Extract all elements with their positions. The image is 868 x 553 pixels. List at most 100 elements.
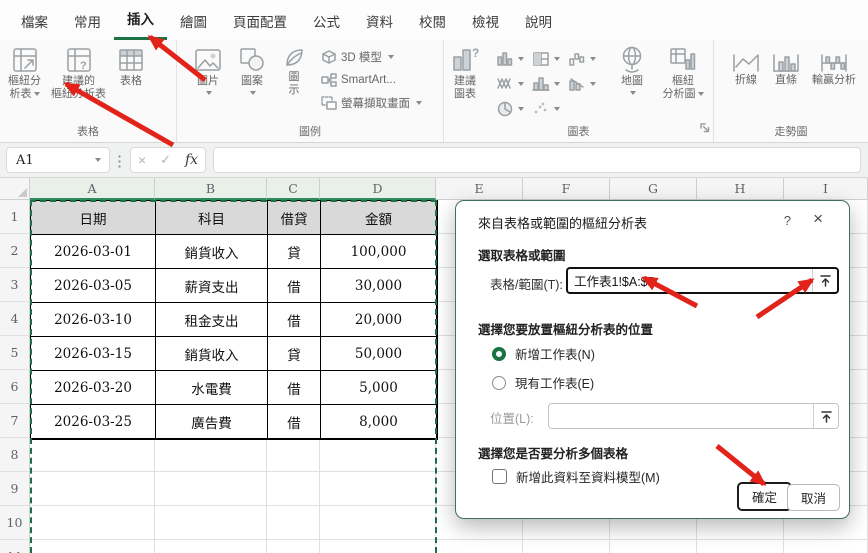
column-header[interactable]: D: [320, 178, 436, 200]
table-button[interactable]: 表格: [116, 45, 146, 88]
table-cell[interactable]: 水電費: [156, 371, 268, 405]
waterfall-chart-button[interactable]: [568, 46, 604, 71]
column-header[interactable]: C: [267, 178, 320, 200]
table-cell[interactable]: 借: [268, 405, 321, 439]
table-cell[interactable]: 銷貨收入: [156, 337, 268, 371]
table-cell[interactable]: 2026-03-10: [31, 303, 156, 337]
column-header[interactable]: H: [697, 178, 784, 200]
range-input[interactable]: 工作表1!$A:$D: [566, 267, 839, 294]
table-cell[interactable]: 租金支出: [156, 303, 268, 337]
table-cell[interactable]: 薪資支出: [156, 269, 268, 303]
recommended-pivottables-button[interactable]: ? 建議的 樞紐分析表: [51, 45, 106, 101]
name-box[interactable]: A1: [6, 147, 110, 173]
collapse-dialog-button[interactable]: [813, 404, 838, 428]
table-cell[interactable]: 貸: [268, 337, 321, 371]
table-header-cell[interactable]: 日期: [31, 201, 156, 235]
screenshot-button[interactable]: 螢幕擷取畫面: [321, 95, 422, 111]
table-cell[interactable]: 2026-03-15: [31, 337, 156, 371]
menu-tab[interactable]: 繪圖: [167, 10, 220, 40]
add-to-data-model-checkbox[interactable]: 新增此資料至資料模型(M): [492, 467, 660, 486]
table-cell[interactable]: 100,000: [321, 235, 437, 269]
select-all-corner[interactable]: [0, 178, 30, 200]
location-input[interactable]: [548, 403, 839, 429]
combo-chart-button[interactable]: [568, 71, 604, 96]
table-header-cell[interactable]: 金額: [321, 201, 437, 235]
column-header[interactable]: A: [30, 178, 155, 200]
column-header[interactable]: G: [610, 178, 697, 200]
icons-button[interactable]: 圖 示: [281, 45, 307, 97]
menu-tab[interactable]: 資料: [353, 10, 406, 40]
row-header[interactable]: 11: [0, 540, 30, 553]
table-cell[interactable]: 5,000: [321, 371, 437, 405]
row-header[interactable]: 6: [0, 370, 30, 404]
table-cell[interactable]: 2026-03-05: [31, 269, 156, 303]
close-icon[interactable]: ×: [813, 209, 823, 229]
column-header[interactable]: I: [784, 178, 868, 200]
menu-tab[interactable]: 常用: [61, 10, 114, 40]
table-cell[interactable]: 2026-03-01: [31, 235, 156, 269]
table-cell[interactable]: 2026-03-25: [31, 405, 156, 439]
table-cell[interactable]: 廣告費: [156, 405, 268, 439]
recommended-charts-button[interactable]: ? 建議 圖表: [450, 45, 480, 101]
table-header-cell[interactable]: 科目: [156, 201, 268, 235]
recommended-charts-label2: 圖表: [454, 88, 476, 100]
menu-tab[interactable]: 檔案: [8, 10, 61, 40]
formula-input[interactable]: [213, 147, 861, 173]
row-header[interactable]: 1: [0, 200, 30, 234]
cancel-entry-button[interactable]: ×: [138, 152, 146, 168]
existing-worksheet-radio[interactable]: 現有工作表(E): [492, 373, 594, 392]
row-header[interactable]: 8: [0, 438, 30, 472]
row-header[interactable]: 10: [0, 506, 30, 540]
sparkline-column-button[interactable]: 直條: [772, 52, 800, 87]
pie-chart-button[interactable]: [496, 96, 532, 121]
table-cell[interactable]: 2026-03-20: [31, 371, 156, 405]
column-chart-button[interactable]: [496, 46, 532, 71]
menu-tab[interactable]: 公式: [300, 10, 353, 40]
table-cell[interactable]: 銷貨收入: [156, 235, 268, 269]
table-header-cell[interactable]: 借貸: [268, 201, 321, 235]
insert-function-button[interactable]: fx: [185, 152, 198, 168]
row-header[interactable]: 3: [0, 268, 30, 302]
table-cell[interactable]: 借: [268, 303, 321, 337]
collapse-dialog-button[interactable]: [812, 269, 837, 292]
cancel-button[interactable]: 取消: [786, 484, 840, 511]
histogram-chart-button[interactable]: [532, 71, 568, 96]
new-worksheet-radio[interactable]: 新增工作表(N): [492, 344, 595, 363]
shapes-button[interactable]: 圖案: [237, 45, 267, 95]
column-header[interactable]: E: [436, 178, 523, 200]
line-chart-button[interactable]: [496, 71, 532, 96]
pivottable-button[interactable]: 樞紐分 析表: [8, 45, 41, 101]
help-button[interactable]: ?: [784, 213, 791, 228]
sparkline-winloss-button[interactable]: 輸贏分析: [812, 52, 856, 87]
table-cell[interactable]: 30,000: [321, 269, 437, 303]
menu-tab[interactable]: 檢視: [459, 10, 512, 40]
row-header[interactable]: 7: [0, 404, 30, 438]
table-cell[interactable]: 貸: [268, 235, 321, 269]
menu-tab[interactable]: 說明: [512, 10, 565, 40]
row-header[interactable]: 4: [0, 302, 30, 336]
table-cell[interactable]: 20,000: [321, 303, 437, 337]
ok-button[interactable]: 確定: [736, 482, 792, 511]
hierarchy-chart-button[interactable]: [532, 46, 568, 71]
row-header[interactable]: 2: [0, 234, 30, 268]
table-cell[interactable]: 借: [268, 269, 321, 303]
menu-tab[interactable]: 校閱: [406, 10, 459, 40]
column-header[interactable]: F: [523, 178, 610, 200]
confirm-entry-button[interactable]: ✓: [160, 152, 171, 168]
column-header[interactable]: B: [155, 178, 267, 200]
menu-tab[interactable]: 插入: [114, 7, 167, 40]
row-header[interactable]: 5: [0, 336, 30, 370]
menu-tab[interactable]: 頁面配置: [220, 10, 300, 40]
table-cell[interactable]: 50,000: [321, 337, 437, 371]
table-cell[interactable]: 8,000: [321, 405, 437, 439]
chevron-down-icon[interactable]: [95, 158, 101, 162]
pictures-button[interactable]: 圖片: [193, 45, 223, 95]
table-cell[interactable]: 借: [268, 371, 321, 405]
smartart-button[interactable]: SmartArt...: [321, 72, 422, 88]
scatter-chart-button[interactable]: [532, 96, 568, 121]
3d-models-button[interactable]: 3D 模型: [321, 49, 422, 65]
row-header[interactable]: 9: [0, 472, 30, 506]
pivotchart-button[interactable]: 樞紐 分析圖: [656, 45, 710, 101]
maps-button[interactable]: 地圖: [610, 45, 654, 95]
sparkline-line-button[interactable]: 折線: [732, 52, 760, 87]
